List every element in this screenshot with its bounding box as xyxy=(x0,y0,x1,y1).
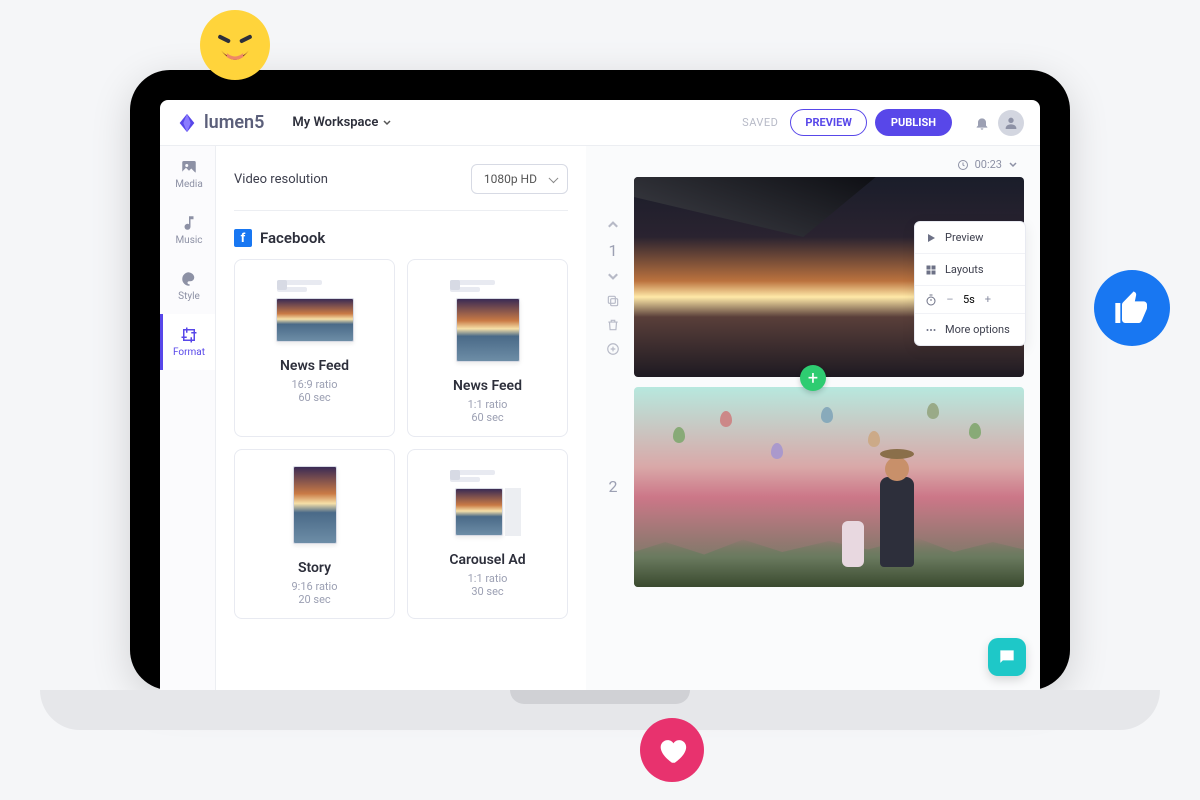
format-card-newsfeed-169[interactable]: News Feed 16:9 ratio 60 sec xyxy=(234,259,395,437)
workspace-dropdown[interactable]: My Workspace xyxy=(292,115,392,130)
menu-label: Preview xyxy=(945,231,983,244)
add-circle-icon[interactable] xyxy=(606,342,620,356)
resolution-value: 1080p HD xyxy=(484,172,537,186)
scene-controls: 1 xyxy=(602,177,624,377)
image-icon xyxy=(180,158,198,176)
format-ratio: 1:1 ratio xyxy=(468,398,508,411)
bell-icon xyxy=(974,115,990,131)
facebook-icon: f xyxy=(234,229,252,247)
rail-item-format[interactable]: Format xyxy=(160,314,215,370)
copy-icon[interactable] xyxy=(606,294,620,308)
scene-row: 2 xyxy=(602,387,1024,587)
format-card-newsfeed-11[interactable]: News Feed 1:1 ratio 60 sec xyxy=(407,259,568,437)
total-duration-value: 00:23 xyxy=(975,158,1002,171)
format-title: Carousel Ad xyxy=(449,552,525,568)
total-duration-row[interactable]: 00:23 xyxy=(602,156,1024,177)
user-icon xyxy=(1003,115,1019,131)
workspace-label: My Workspace xyxy=(292,115,378,130)
format-card-carousel[interactable]: Carousel Ad 1:1 ratio 30 sec xyxy=(407,449,568,619)
format-duration: 30 sec xyxy=(471,585,503,598)
format-title: News Feed xyxy=(453,378,522,394)
laptop-base xyxy=(40,690,1160,730)
chevron-up-icon[interactable] xyxy=(606,217,620,231)
preview-button[interactable]: PREVIEW xyxy=(790,109,867,136)
trash-icon[interactable] xyxy=(606,318,620,332)
heart-emoji-badge xyxy=(640,718,704,782)
top-bar: lumen5 My Workspace SAVED PREVIEW PUBLIS… xyxy=(160,100,1040,146)
logo-icon xyxy=(176,112,198,134)
chat-icon xyxy=(997,647,1017,667)
support-chat-button[interactable] xyxy=(988,638,1026,676)
format-duration: 60 sec xyxy=(298,391,330,404)
laugh-emoji-badge xyxy=(200,10,270,80)
brand-logo[interactable]: lumen5 xyxy=(176,112,264,134)
resolution-label: Video resolution xyxy=(234,172,328,187)
duration-increase[interactable]: + xyxy=(981,293,995,306)
scene-image[interactable] xyxy=(634,387,1024,587)
format-thumbnail xyxy=(444,276,532,362)
stopwatch-icon xyxy=(925,294,937,306)
format-duration: 60 sec xyxy=(471,411,503,424)
add-scene-button[interactable]: + xyxy=(800,365,826,391)
rail-label: Music xyxy=(175,235,202,246)
format-ratio: 16:9 ratio xyxy=(292,378,338,391)
format-title: Story xyxy=(298,560,331,576)
like-emoji-badge xyxy=(1094,270,1170,346)
notifications-button[interactable] xyxy=(970,111,994,135)
format-ratio: 1:1 ratio xyxy=(468,572,508,585)
format-title: News Feed xyxy=(280,358,349,374)
laptop-frame: lumen5 My Workspace SAVED PREVIEW PUBLIS… xyxy=(130,70,1070,690)
menu-preview[interactable]: Preview xyxy=(915,222,1025,254)
side-rail: Media Music Style Format xyxy=(160,146,216,690)
publish-button[interactable]: PUBLISH xyxy=(875,109,952,136)
scene-row: 1 Preview xyxy=(602,177,1024,377)
menu-layouts[interactable]: Layouts xyxy=(915,254,1025,286)
platform-heading: f Facebook xyxy=(234,229,568,247)
app-window: lumen5 My Workspace SAVED PREVIEW PUBLIS… xyxy=(160,100,1040,690)
resolution-select[interactable]: 1080p HD xyxy=(471,164,568,194)
format-thumbnail xyxy=(444,466,532,536)
user-avatar[interactable] xyxy=(998,110,1024,136)
menu-label: More options xyxy=(945,323,1010,336)
rail-label: Media xyxy=(175,179,203,190)
resolution-row: Video resolution 1080p HD xyxy=(234,160,568,211)
palette-icon xyxy=(180,270,198,288)
duration-decrease[interactable]: – xyxy=(943,293,957,306)
duration-value: 5s xyxy=(963,293,975,306)
chevron-down-icon xyxy=(382,118,392,128)
format-panel: Video resolution 1080p HD f Facebook xyxy=(216,146,586,690)
grid-icon xyxy=(925,264,937,276)
save-status: SAVED xyxy=(742,116,778,129)
format-thumbnail xyxy=(271,276,359,342)
format-thumbnail xyxy=(271,466,359,544)
scene-context-menu: Preview Layouts – 5s + xyxy=(914,221,1026,346)
dots-icon xyxy=(925,324,937,336)
scene-number: 1 xyxy=(609,241,618,260)
brand-name: lumen5 xyxy=(204,112,264,133)
menu-duration: – 5s + xyxy=(915,286,1025,314)
platform-name: Facebook xyxy=(260,229,325,247)
play-icon xyxy=(925,232,937,244)
rail-item-style[interactable]: Style xyxy=(160,258,215,314)
scene-number: 2 xyxy=(609,427,618,496)
format-duration: 20 sec xyxy=(298,593,330,606)
rail-item-media[interactable]: Media xyxy=(160,146,215,202)
scene-controls: 2 xyxy=(602,387,624,587)
crop-icon xyxy=(180,326,198,344)
chevron-down-icon[interactable] xyxy=(606,270,620,284)
rail-label: Style xyxy=(178,291,200,302)
storyboard-canvas: 00:23 1 xyxy=(586,146,1040,690)
menu-label: Layouts xyxy=(945,263,984,276)
rail-item-music[interactable]: Music xyxy=(160,202,215,258)
rail-label: Format xyxy=(173,347,205,358)
clock-icon xyxy=(957,159,969,171)
menu-more-options[interactable]: More options xyxy=(915,314,1025,345)
music-icon xyxy=(180,214,198,232)
chevron-down-icon xyxy=(1008,160,1018,170)
format-ratio: 9:16 ratio xyxy=(292,580,338,593)
format-card-story[interactable]: Story 9:16 ratio 20 sec xyxy=(234,449,395,619)
